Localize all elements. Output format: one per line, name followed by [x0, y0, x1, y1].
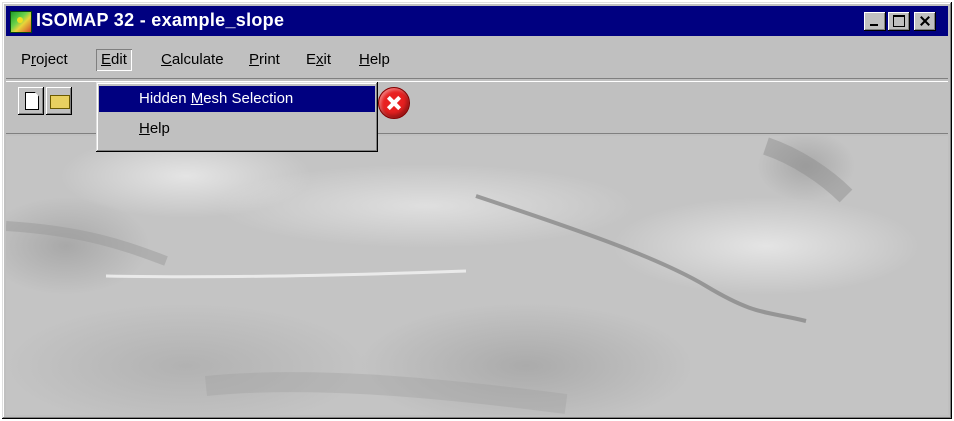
- menu-exit-label-b: it: [323, 51, 332, 68]
- menu-item-help[interactable]: Help: [99, 116, 375, 142]
- menu-project-label-b: oject: [36, 51, 68, 68]
- menu-help-label-key: H: [359, 51, 370, 68]
- close-button[interactable]: [914, 12, 936, 31]
- menu-edit[interactable]: Edit: [96, 49, 132, 71]
- menu-print-label-b: rint: [259, 51, 280, 68]
- title-bar[interactable]: ISOMAP 32 - example_slope: [6, 6, 948, 36]
- menu-calculate-label-b: alculate: [171, 51, 224, 68]
- menu-item-hidden-mesh-selection[interactable]: Hidden Mesh Selection: [99, 86, 375, 112]
- hidden-mesh-label-a: Hidden: [139, 90, 191, 107]
- hidden-mesh-label-key: M: [190, 90, 204, 107]
- menu-calculate[interactable]: Calculate: [156, 49, 229, 71]
- minimize-button[interactable]: [864, 12, 886, 31]
- menu-bar: Project Edit Calculate Print Exit Help: [6, 38, 948, 78]
- edit-help-label-key: H: [139, 120, 150, 137]
- maximize-button[interactable]: [888, 12, 910, 31]
- menu-exit-label-a: E: [306, 51, 317, 68]
- menu-edit-label-b: dit: [111, 51, 127, 68]
- menu-project[interactable]: Project: [16, 49, 73, 71]
- terrain-image: [6, 137, 853, 414]
- app-map-icon[interactable]: [10, 11, 32, 33]
- menu-edit-label-key: E: [101, 51, 112, 68]
- menu-print-label-key: P: [249, 51, 260, 68]
- edit-help-label-b: elp: [149, 120, 170, 137]
- menu-print[interactable]: Print: [244, 49, 285, 71]
- open-folder-button[interactable]: [46, 87, 72, 115]
- hidden-mesh-label-b: esh Selection: [203, 90, 294, 107]
- map-canvas[interactable]: [6, 136, 948, 415]
- open-folder-icon: [50, 95, 70, 109]
- menu-project-label-a: P: [21, 51, 32, 68]
- new-document-button[interactable]: [18, 87, 44, 115]
- stop-icon[interactable]: [378, 87, 410, 119]
- menu-exit[interactable]: Exit: [301, 49, 336, 71]
- new-document-icon: [25, 92, 39, 110]
- menu-help[interactable]: Help: [354, 49, 395, 71]
- window-title: ISOMAP 32 - example_slope: [36, 10, 285, 30]
- menu-help-label-b: elp: [369, 51, 390, 68]
- app-window: ISOMAP 32 - example_slope Project Edit C…: [2, 2, 952, 419]
- edit-dropdown-menu: Hidden Mesh Selection Help: [96, 82, 378, 152]
- menu-calculate-label-key: C: [161, 51, 172, 68]
- menu-exit-label-key: x: [316, 51, 324, 68]
